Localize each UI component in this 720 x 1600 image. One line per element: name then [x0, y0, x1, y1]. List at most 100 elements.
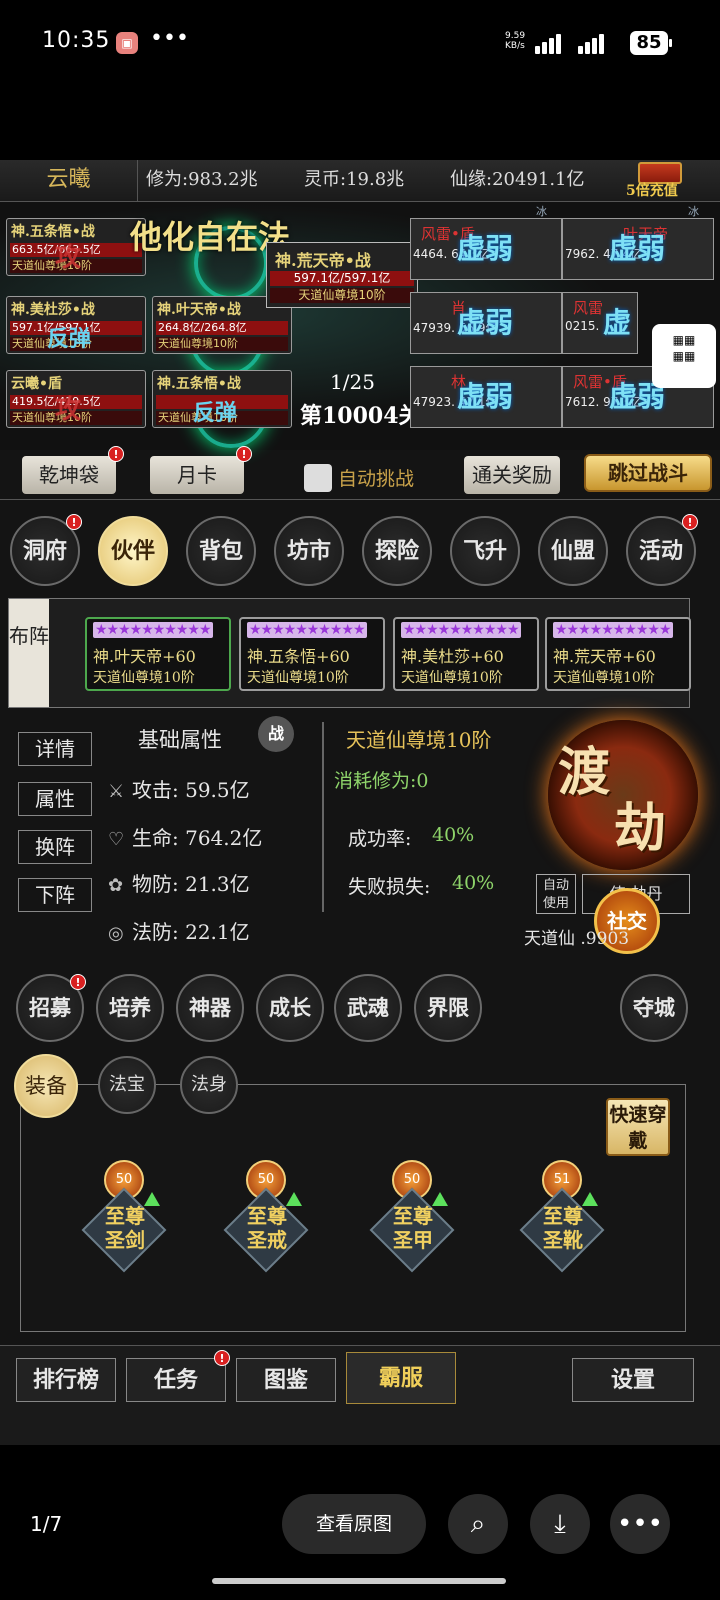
- sword-icon: ⚔: [108, 781, 125, 802]
- tab-equipment[interactable]: 装备: [14, 1054, 78, 1118]
- quick-equip-button[interactable]: 快速穿戴: [606, 1098, 670, 1156]
- stage-label: 第10004关: [300, 403, 421, 429]
- unit-name: 神.荒天帝•战: [275, 251, 371, 270]
- equipment-slot[interactable]: 51 至尊圣靴: [519, 1160, 610, 1280]
- unit-name: 神.五条悟•战: [11, 224, 95, 240]
- home-indicator[interactable]: [212, 1578, 506, 1584]
- hero-name: 神.荒天帝+60: [553, 647, 656, 666]
- download-icon[interactable]: ⤓: [530, 1494, 590, 1554]
- nav-alliance[interactable]: 仙盟: [538, 516, 608, 586]
- page-indicator: 1/7: [30, 1512, 63, 1536]
- tribulation-char-2: 劫: [614, 798, 667, 859]
- nav-explore[interactable]: 探险: [362, 516, 432, 586]
- bottom-menu: 排行榜 任务 ! 图鉴 霸服 设置: [0, 1345, 720, 1445]
- fail-loss-label: 失败损失:: [348, 876, 431, 898]
- equip-name: 至尊圣靴: [543, 1204, 583, 1252]
- martial-soul-button[interactable]: 武魂: [334, 974, 402, 1042]
- success-rate-label: 成功率:: [348, 828, 412, 850]
- alert-badge: !: [66, 514, 82, 530]
- notification-app-icon: ▣: [116, 32, 138, 54]
- enemy-unit[interactable]: 冰 叶天帝 7962. 47.4亿 虚弱: [562, 205, 714, 280]
- lotus-icon: ✿: [108, 875, 124, 896]
- tribulation-button[interactable]: 渡 劫: [548, 720, 698, 870]
- enemy-unit[interactable]: 风雷 0215. 虚: [562, 292, 638, 354]
- auto-use-toggle[interactable]: 自动使用: [536, 874, 576, 914]
- unit-rank: 天道仙尊境10阶: [156, 337, 288, 351]
- hero-rank: 天道仙尊境10阶: [553, 670, 655, 686]
- fail-loss-value: 40%: [452, 872, 495, 894]
- growth-button[interactable]: 成长: [256, 974, 324, 1042]
- artifact-button[interactable]: 神器: [176, 974, 244, 1042]
- clear-reward-button[interactable]: 通关奖励: [464, 456, 560, 494]
- swirl-icon: ◎: [108, 923, 124, 944]
- limit-button[interactable]: 界限: [414, 974, 482, 1042]
- nav-market[interactable]: 坊市: [274, 516, 344, 586]
- recharge-button[interactable]: 5倍充值: [626, 180, 678, 200]
- attack-value: 攻击: 59.5亿: [132, 778, 250, 802]
- codex-button[interactable]: 图鉴: [236, 1358, 336, 1402]
- enemy-unit[interactable]: 冰 风雷•盾 4464. 64.3亿 虚弱: [410, 205, 562, 280]
- hero-name: 神.叶天帝+60: [93, 647, 196, 666]
- tab-body[interactable]: 法身: [180, 1056, 238, 1114]
- equip-name: 至尊圣剑: [105, 1204, 145, 1252]
- heart-icon: ♡: [108, 829, 125, 850]
- equipment-slot[interactable]: 50 至尊圣甲: [369, 1160, 460, 1280]
- ally-unit[interactable]: 云曦•盾 419.5亿/419.5亿 天道仙尊境10阶 攻: [6, 370, 146, 428]
- train-button[interactable]: 培养: [96, 974, 164, 1042]
- ally-unit[interactable]: 神.五条悟•战 天道仙尊境10阶 反弹: [152, 370, 292, 428]
- more-options-icon[interactable]: •••: [610, 1494, 670, 1554]
- unit-name: 神.叶天帝•战: [157, 302, 241, 318]
- hero-card[interactable]: ★★★★★★★★★★ 神.荒天帝+60 天道仙尊境10阶: [545, 617, 691, 691]
- weak-effect: 虚弱: [457, 380, 514, 413]
- hero-card[interactable]: ★★★★★★★★★★ 神.五条悟+60 天道仙尊境10阶: [239, 617, 385, 691]
- hero-card[interactable]: ★★★★★★★★★★ 神.叶天帝+60 天道仙尊境10阶: [85, 617, 231, 691]
- view-original-button[interactable]: 查看原图: [282, 1494, 426, 1554]
- settings-button[interactable]: 设置: [572, 1358, 694, 1402]
- nav-backpack[interactable]: 背包: [186, 516, 256, 586]
- attr-title: 基础属性: [138, 728, 222, 752]
- nav-ascend[interactable]: 飞升: [450, 516, 520, 586]
- upgrade-arrow-icon: [144, 1192, 160, 1206]
- attributes-button[interactable]: 属性: [18, 782, 92, 816]
- attack-effect: 攻: [55, 243, 82, 273]
- star-rating: ★★★★★★★★★★: [401, 622, 521, 638]
- month-card-button[interactable]: 月卡: [150, 456, 244, 494]
- enemy-unit[interactable]: 肖 47939. 56.9亿 虚弱: [410, 292, 562, 354]
- battle-action-row: 乾坤袋 ! 月卡 ! 自动挑战 通关奖励 跳过战斗: [0, 446, 720, 500]
- network-speed: 9.59 KB/s: [505, 31, 526, 51]
- capture-city-button[interactable]: 夺城: [620, 974, 688, 1042]
- life-stat: ♡ 生命: 764.2亿: [108, 822, 262, 851]
- details-button[interactable]: 详情: [18, 732, 92, 766]
- hero-rank: 天道仙尊境10阶: [93, 670, 195, 686]
- success-rate-value: 40%: [432, 824, 475, 846]
- auto-challenge-checkbox[interactable]: [304, 464, 332, 492]
- tab-treasure[interactable]: 法宝: [98, 1056, 156, 1114]
- bag-button[interactable]: 乾坤袋: [22, 456, 116, 494]
- skip-battle-button[interactable]: 跳过战斗: [584, 454, 712, 492]
- leaderboard-button[interactable]: 排行榜: [16, 1358, 116, 1402]
- attack-effect: 攻: [55, 395, 82, 425]
- equipment-slot[interactable]: 50 至尊圣戒: [223, 1160, 314, 1280]
- formation-tab[interactable]: 布阵: [9, 599, 49, 707]
- element-tag: 冰: [688, 205, 699, 218]
- weak-effect: 虚弱: [457, 306, 514, 339]
- swap-formation-button[interactable]: 换阵: [18, 830, 92, 864]
- boss-unit[interactable]: 神.荒天帝•战 597.1亿/597.1亿 天道仙尊境10阶: [266, 242, 418, 308]
- hero-rank: 天道仙尊境10阶: [401, 670, 503, 686]
- ally-unit[interactable]: 神.美杜莎•战 597.1亿/597.1亿 天道仙尊境10阶 反弹: [6, 296, 146, 354]
- remove-button[interactable]: 下阵: [18, 878, 92, 912]
- enemy-unit[interactable]: 林 47923. 47.1亿 虚弱: [410, 366, 562, 428]
- watermark-logo: ▦▦ ▦▦: [652, 324, 716, 388]
- hero-card[interactable]: ★★★★★★★★★★ 神.美杜莎+60 天道仙尊境10阶: [393, 617, 539, 691]
- nav-partner[interactable]: 伙伴: [98, 516, 168, 586]
- spirit-coin-value: 灵币:19.8兆: [304, 169, 405, 190]
- hero-name: 神.五条悟+60: [247, 647, 350, 666]
- realm-label: 天道仙尊境10阶: [346, 728, 492, 752]
- scan-search-icon[interactable]: ⌕: [448, 1494, 508, 1554]
- realm-progress: 天道仙 .9903: [524, 929, 630, 949]
- dominate-server-button[interactable]: 霸服: [346, 1352, 456, 1404]
- task-button[interactable]: 任务: [126, 1358, 226, 1402]
- ally-unit[interactable]: 神.五条悟•战 663.5亿/663.5亿 天道仙尊境10阶 攻: [6, 218, 146, 276]
- equipment-slot[interactable]: 50 至尊圣剑: [81, 1160, 172, 1280]
- battle-field: 神.五条悟•战 663.5亿/663.5亿 天道仙尊境10阶 攻 神.美杜莎•战…: [0, 202, 720, 450]
